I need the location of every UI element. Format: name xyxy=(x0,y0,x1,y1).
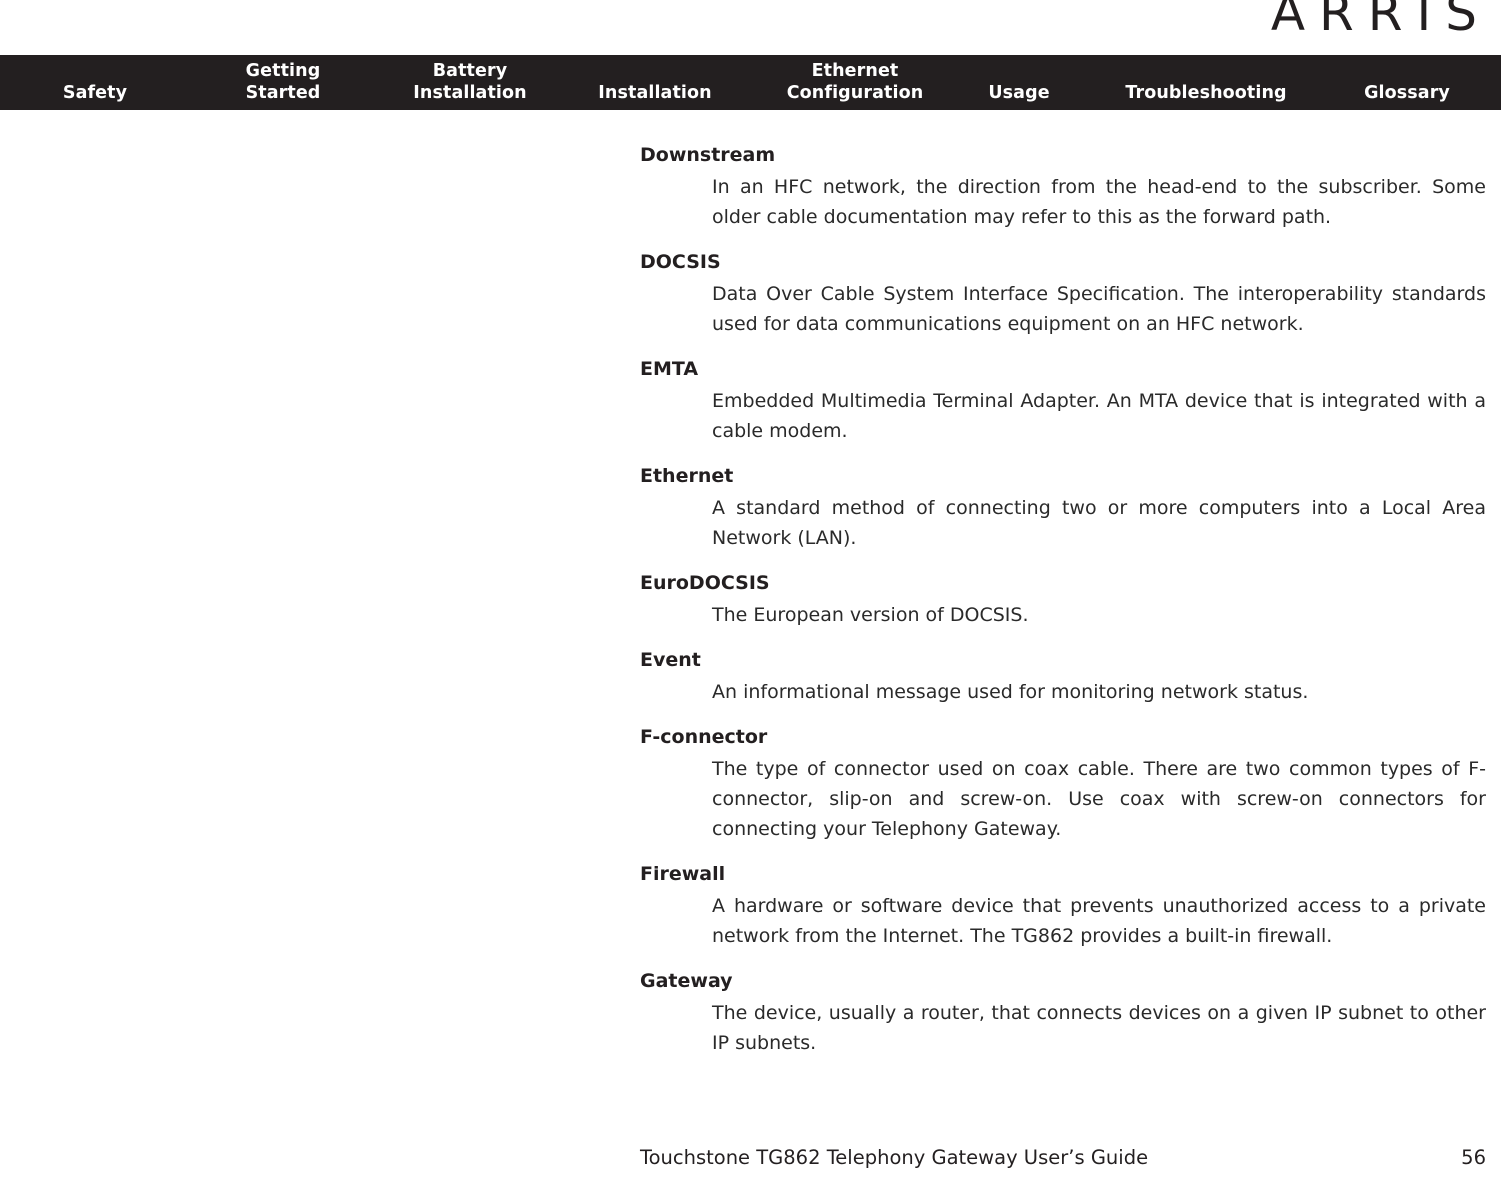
nav-item-troubleshooting[interactable]: Troubleshooting xyxy=(1125,82,1286,104)
glossary-term: Ethernet xyxy=(640,465,734,487)
glossary-content: Downstream In an HFC network, the directi… xyxy=(640,140,1486,1073)
glossary-term: F-connector xyxy=(640,726,768,748)
glossary-definition: In an HFC network, the direction from th… xyxy=(712,176,1486,228)
nav-item-label: Glossary xyxy=(1364,83,1450,103)
page-footer: Touchstone TG862 Telephony Gateway User’… xyxy=(640,1146,1486,1169)
nav-item-label: Installation xyxy=(413,83,527,103)
glossary-term: Event xyxy=(640,649,701,671)
nav-item-label: Safety xyxy=(62,83,128,103)
glossary-entry: EMTA Embedded Multimedia Terminal Adapter… xyxy=(640,354,1486,446)
glossary-term: Downstream xyxy=(640,144,776,166)
glossary-definition: Data Over Cable System Interface Specifi… xyxy=(712,283,1486,335)
glossary-entry: EuroDOCSIS The European version of DOCSIS… xyxy=(640,568,1486,630)
glossary-term: DOCSIS xyxy=(640,251,721,273)
glossary-definition: The type of connector used on coax cable… xyxy=(712,758,1486,840)
nav-item-label: Started xyxy=(245,83,321,103)
nav-item-installation[interactable]: Battery Installation xyxy=(413,60,526,104)
glossary-entry: Ethernet A standard method of connecting … xyxy=(640,461,1486,553)
nav-item-label-line1: Battery xyxy=(432,61,508,81)
brand-header: ARRIS xyxy=(0,0,1501,55)
chapter-nav-bar: Safety Getting Started Battery Installation I… xyxy=(0,55,1501,110)
glossary-entry: Gateway The device, usually a router, tha… xyxy=(640,966,1486,1058)
glossary-definition: An informational message used for monito… xyxy=(712,681,1309,703)
glossary-term: EuroDOCSIS xyxy=(640,572,770,594)
glossary-term: Gateway xyxy=(640,970,733,992)
nav-item-label-line1: Ethernet xyxy=(811,61,899,81)
glossary-term: EMTA xyxy=(640,358,699,380)
nav-item-label-line1: Getting xyxy=(245,61,321,81)
footer-page-number: 56 xyxy=(1461,1146,1486,1169)
nav-item-label: Configuration xyxy=(786,83,924,103)
nav-item-started[interactable]: Getting Started xyxy=(246,60,321,104)
glossary-definition: The European version of DOCSIS. xyxy=(712,604,1029,626)
glossary-entry: Event An informational message used for m… xyxy=(640,645,1486,707)
nav-item-label: Troubleshooting xyxy=(1125,83,1287,103)
nav-item-glossary[interactable]: Glossary xyxy=(1364,82,1450,104)
nav-item-installation[interactable]: Installation xyxy=(598,82,711,104)
nav-item-label: Usage xyxy=(988,83,1050,103)
glossary-definition: A standard method of connecting two or m… xyxy=(712,497,1486,549)
glossary-definition: A hardware or software device that preve… xyxy=(712,895,1486,947)
glossary-term: Firewall xyxy=(640,863,726,885)
glossary-entry: Firewall A hardware or software device th… xyxy=(640,859,1486,951)
footer-document-title: Touchstone TG862 Telephony Gateway User’… xyxy=(640,1146,1149,1169)
glossary-definition: Embedded Multimedia Terminal Adapter. An… xyxy=(712,390,1486,442)
glossary-entry: F-connector The type of connector used on… xyxy=(640,722,1486,844)
glossary-entry: DOCSIS Data Over Cable System Interface S… xyxy=(640,247,1486,339)
nav-item-usage[interactable]: Usage xyxy=(988,82,1049,104)
glossary-definition: The device, usually a router, that conne… xyxy=(712,1002,1486,1054)
glossary-entry: Downstream In an HFC network, the directi… xyxy=(640,140,1486,232)
nav-item-safety[interactable]: Safety xyxy=(63,82,127,104)
arris-logo: ARRIS xyxy=(1270,0,1491,42)
nav-item-configuration[interactable]: Ethernet Configuration xyxy=(787,60,924,104)
nav-item-label: Installation xyxy=(598,83,712,103)
